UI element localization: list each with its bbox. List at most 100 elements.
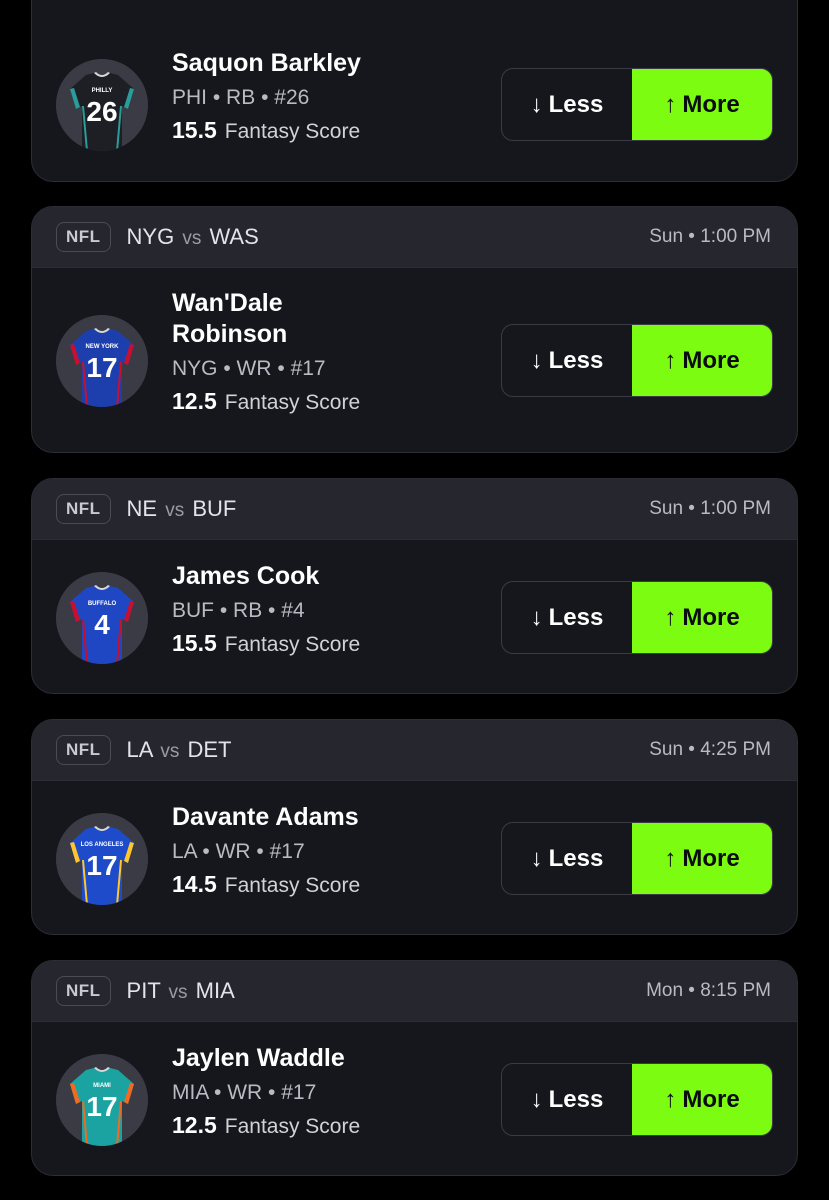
team-abbr: PHI (172, 86, 208, 109)
team-abbr: NYG (172, 357, 218, 380)
projection-value: 15.5 (172, 630, 217, 656)
arrow-up-icon: ↑ (664, 346, 677, 374)
card-body: BUFFALO 4 James Cook BUF • RB • #4 15.5 Fa… (32, 540, 797, 693)
league-badge: NFL (56, 494, 111, 524)
arrow-down-icon: ↓ (530, 603, 543, 631)
more-button[interactable]: ↑ More (632, 69, 772, 140)
team-abbr: BUF (172, 599, 214, 622)
matchup: NYG vs WAS (127, 224, 259, 250)
arrow-down-icon: ↓ (530, 90, 543, 118)
player-name[interactable]: Jaylen Waddle (172, 1043, 442, 1074)
projection-line: 12.5 Fantasy Score (172, 388, 360, 415)
matchup: PIT vs MIA (127, 978, 235, 1004)
jersey-avatar: LOS ANGELES 17 (56, 813, 148, 905)
position: RB (233, 599, 263, 622)
less-label: Less (548, 1085, 604, 1113)
svg-text:17: 17 (86, 1091, 117, 1122)
player-name[interactable]: Saquon Barkley (172, 48, 442, 79)
projection-line: 15.5 Fantasy Score (172, 630, 442, 657)
player-name[interactable]: Wan'Dale Robinson (172, 288, 322, 350)
player-card: PHILLY 26 Saquon Barkley PHI • RB • #26 1… (31, 0, 798, 182)
svg-text:LOS ANGELES: LOS ANGELES (81, 842, 124, 848)
svg-text:NEW YORK: NEW YORK (86, 344, 120, 350)
home-team: PIT (126, 978, 161, 1003)
game-header: NFL LA vs DET Sun • 4:25 PM (32, 720, 797, 781)
league-badge: NFL (56, 222, 111, 252)
player-info: James Cook BUF • RB • #4 15.5 Fantasy Sco… (172, 561, 442, 657)
game-time: Sun • 1:00 PM (649, 226, 771, 247)
jersey-graphic: BUFFALO 4 (56, 572, 148, 664)
pick-selector: ↓ Less ↑ More (501, 581, 773, 654)
player-card: NFL PIT vs MIA Mon • 8:15 PM MIAMI 17 Jay… (31, 960, 798, 1176)
stat-type: Fantasy Score (224, 633, 361, 656)
less-button[interactable]: ↓ Less (502, 1064, 632, 1135)
position: WR (236, 357, 272, 380)
team-abbr: LA (172, 840, 197, 863)
player-info: Wan'Dale Robinson NYG • WR • #17 12.5 Fan… (172, 288, 360, 415)
jersey-graphic: NEW YORK 17 (56, 315, 148, 407)
jersey-number: #4 (281, 599, 305, 622)
away-team: MIA (195, 978, 235, 1003)
game-header: NFL NYG vs WAS Sun • 1:00 PM (32, 207, 797, 268)
away-team: DET (187, 737, 232, 762)
stat-type: Fantasy Score (224, 1115, 361, 1138)
jersey-avatar: MIAMI 17 (56, 1054, 148, 1146)
more-label: More (682, 844, 740, 872)
more-button[interactable]: ↑ More (632, 325, 772, 396)
position: WR (215, 840, 251, 863)
matchup: NE vs BUF (127, 496, 237, 522)
svg-text:4: 4 (94, 609, 110, 640)
jersey-number: #26 (274, 86, 310, 109)
pick-selector: ↓ Less ↑ More (501, 68, 773, 141)
player-card: NFL NE vs BUF Sun • 1:00 PM BUFFALO 4 Jam… (31, 478, 798, 694)
card-body: PHILLY 26 Saquon Barkley PHI • RB • #26 1… (32, 0, 797, 181)
away-team: WAS (209, 224, 259, 249)
home-team: NE (126, 496, 158, 521)
home-team: LA (126, 737, 153, 762)
card-body: LOS ANGELES 17 Davante Adams LA • WR • #1… (32, 781, 797, 934)
less-button[interactable]: ↓ Less (502, 69, 632, 140)
player-meta: BUF • RB • #4 (172, 599, 305, 622)
more-button[interactable]: ↑ More (632, 1064, 772, 1135)
less-button[interactable]: ↓ Less (502, 582, 632, 653)
arrow-down-icon: ↓ (530, 1085, 543, 1113)
svg-text:PHILLY: PHILLY (92, 88, 113, 94)
less-label: Less (548, 346, 604, 374)
game-header: NFL PIT vs MIA Mon • 8:15 PM (32, 961, 797, 1022)
less-button[interactable]: ↓ Less (502, 823, 632, 894)
arrow-down-icon: ↓ (530, 844, 543, 872)
projection-line: 12.5 Fantasy Score (172, 1112, 442, 1139)
vs-label: vs (168, 982, 188, 1003)
arrow-up-icon: ↑ (664, 90, 677, 118)
svg-text:17: 17 (86, 850, 117, 881)
less-button[interactable]: ↓ Less (502, 325, 632, 396)
player-name[interactable]: James Cook (172, 561, 442, 592)
game-header: NFL NE vs BUF Sun • 1:00 PM (32, 479, 797, 540)
home-team: NYG (126, 224, 175, 249)
projection-line: 15.5 Fantasy Score (172, 117, 442, 144)
jersey-graphic: PHILLY 26 (56, 59, 148, 151)
vs-label: vs (160, 741, 180, 762)
matchup: LA vs DET (127, 737, 232, 763)
player-name[interactable]: Davante Adams (172, 802, 442, 833)
projection-line: 14.5 Fantasy Score (172, 871, 442, 898)
svg-text:BUFFALO: BUFFALO (88, 601, 117, 607)
player-meta: LA • WR • #17 (172, 840, 305, 863)
player-info: Saquon Barkley PHI • RB • #26 15.5 Fantas… (172, 48, 442, 144)
more-button[interactable]: ↑ More (632, 582, 772, 653)
jersey-number: #17 (269, 840, 305, 863)
card-body: MIAMI 17 Jaylen Waddle MIA • WR • #17 12.… (32, 1022, 797, 1175)
pick-selector: ↓ Less ↑ More (501, 324, 773, 397)
player-card: NFL NYG vs WAS Sun • 1:00 PM NEW YORK 17 … (31, 206, 798, 453)
vs-label: vs (165, 500, 185, 521)
more-button[interactable]: ↑ More (632, 823, 772, 894)
more-label: More (682, 346, 740, 374)
team-abbr: MIA (172, 1081, 209, 1104)
jersey-avatar: BUFFALO 4 (56, 572, 148, 664)
arrow-up-icon: ↑ (664, 603, 677, 631)
more-label: More (682, 1085, 740, 1113)
more-label: More (682, 90, 740, 118)
position: RB (226, 86, 256, 109)
jersey-avatar: PHILLY 26 (56, 59, 148, 151)
stat-type: Fantasy Score (224, 120, 361, 143)
